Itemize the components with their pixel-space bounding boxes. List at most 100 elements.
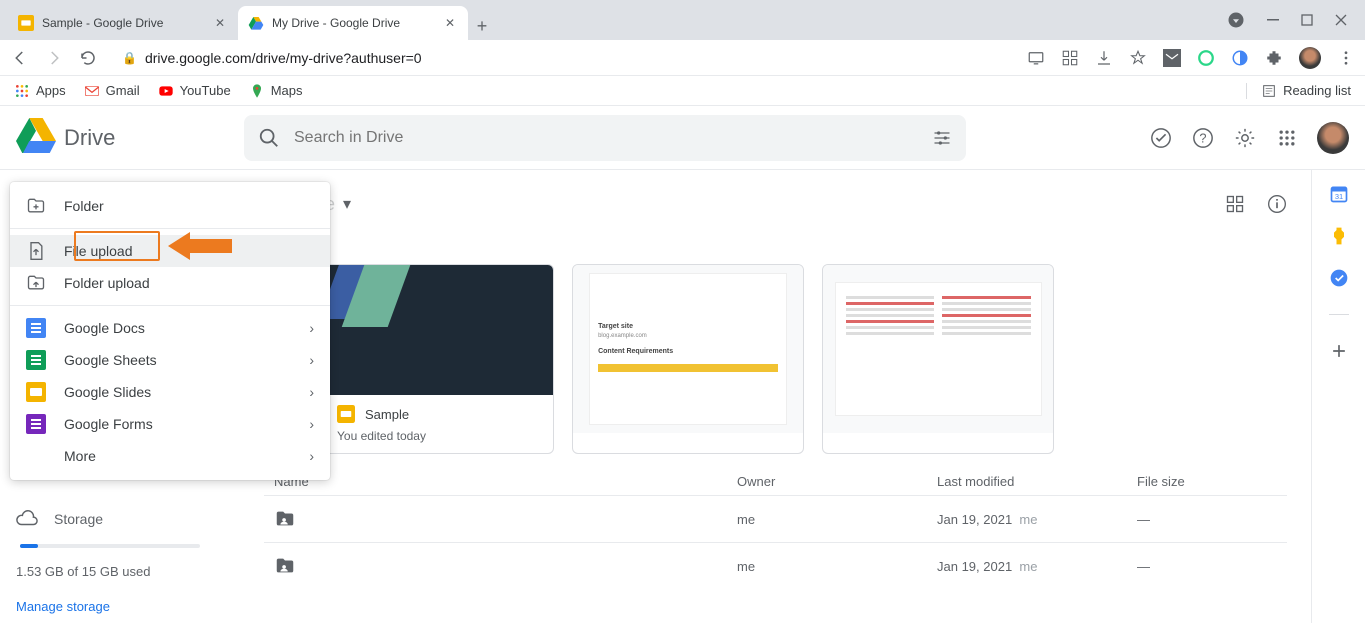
menu-label: Folder upload	[64, 275, 150, 291]
manage-storage-link[interactable]: Manage storage	[16, 599, 232, 614]
ext-gmail-icon[interactable]	[1163, 49, 1181, 67]
storage-used-text: 1.53 GB of 15 GB used	[16, 564, 232, 579]
browser-tab-mydrive[interactable]: My Drive - Google Drive ✕	[238, 6, 468, 40]
card-doc-columns[interactable]	[822, 264, 1054, 454]
menu-item-folder-upload[interactable]: Folder upload	[10, 267, 330, 299]
col-size-header[interactable]: File size	[1137, 474, 1277, 489]
back-icon[interactable]	[10, 48, 30, 68]
info-icon[interactable]	[1267, 194, 1287, 214]
chrome-account-icon[interactable]	[1227, 11, 1245, 29]
grid-icon[interactable]	[1061, 49, 1079, 67]
minimize-icon[interactable]	[1267, 14, 1279, 26]
menu-item-slides[interactable]: Google Slides ›	[10, 376, 330, 408]
bookmark-maps[interactable]: Maps	[249, 83, 303, 99]
apps-grid-icon[interactable]	[1275, 126, 1299, 150]
tasks-icon[interactable]	[1329, 268, 1349, 288]
browser-tab-sample[interactable]: Sample - Google Drive ✕	[8, 6, 238, 40]
kebab-icon[interactable]	[1337, 49, 1355, 67]
menu-label: More	[64, 448, 96, 464]
drive-logo-icon	[16, 118, 56, 158]
ext-grammar-icon[interactable]	[1197, 49, 1215, 67]
youtube-icon	[158, 83, 174, 99]
menu-item-sheets[interactable]: Google Sheets ›	[10, 344, 330, 376]
col-modified-header[interactable]: Last modified	[937, 474, 1137, 489]
add-addon-icon[interactable]	[1329, 341, 1349, 361]
ext-contrast-icon[interactable]	[1231, 49, 1249, 67]
bookmark-apps[interactable]: Apps	[14, 83, 66, 99]
bookmark-label: YouTube	[180, 83, 231, 98]
drive-logo[interactable]: Drive	[16, 118, 236, 158]
slides-icon	[26, 382, 46, 402]
reading-list-icon	[1261, 83, 1277, 99]
close-window-icon[interactable]	[1335, 14, 1347, 26]
menu-label: File upload	[64, 243, 133, 259]
chevron-down-icon[interactable]: ▾	[343, 194, 351, 214]
reload-icon[interactable]	[78, 48, 98, 68]
svg-text:?: ?	[1199, 130, 1206, 145]
bookmark-label: Apps	[36, 83, 66, 98]
browser-tabstrip: Sample - Google Drive ✕ My Drive - Googl…	[0, 0, 1365, 40]
bookmarks-bar: Apps Gmail YouTube Maps Reading list	[0, 76, 1365, 106]
account-avatar[interactable]	[1317, 122, 1349, 154]
cell-size: —	[1137, 512, 1277, 527]
suggested-cards: Animations add effects to go with the sl…	[264, 264, 1287, 454]
star-icon[interactable]	[1129, 49, 1147, 67]
maximize-icon[interactable]	[1301, 14, 1313, 26]
ready-offline-icon[interactable]	[1149, 126, 1173, 150]
reading-list[interactable]: Reading list	[1246, 83, 1351, 99]
new-folder-icon	[26, 196, 46, 216]
menu-item-docs[interactable]: Google Docs ›	[10, 312, 330, 344]
browser-toolbar: 🔒 drive.google.com/drive/my-drive?authus…	[0, 40, 1365, 76]
extensions-icon[interactable]	[1265, 49, 1283, 67]
tab-title: Sample - Google Drive	[42, 16, 204, 30]
menu-label: Google Docs	[64, 320, 145, 336]
menu-item-more[interactable]: More ›	[10, 440, 330, 472]
sidebar-item-storage[interactable]: Storage	[16, 508, 232, 534]
storage-bar	[20, 544, 200, 548]
card-sample[interactable]: Sample You edited today	[322, 264, 554, 454]
search-tune-icon[interactable]	[932, 128, 952, 148]
search-input[interactable]	[294, 129, 918, 147]
grid-view-icon[interactable]	[1225, 194, 1245, 214]
card-doc-target[interactable]: Target site blog.example.com Content Req…	[572, 264, 804, 454]
address-bar[interactable]: 🔒 drive.google.com/drive/my-drive?authus…	[112, 44, 1013, 72]
toolbar-icons	[1027, 47, 1355, 69]
bookmark-label: Maps	[271, 83, 303, 98]
new-tab-button[interactable]: +	[468, 12, 496, 40]
menu-item-forms[interactable]: Google Forms ›	[10, 408, 330, 440]
cell-modified: Jan 19, 2021 me	[937, 512, 1137, 527]
cell-owner: me	[737, 559, 937, 574]
search-icon	[258, 127, 280, 149]
help-icon[interactable]: ?	[1191, 126, 1215, 150]
desktop-icon[interactable]	[1027, 49, 1045, 67]
new-menu: Folder File upload Folder upload Google …	[10, 182, 330, 480]
chevron-right-icon: ›	[309, 352, 314, 368]
col-name-header[interactable]: Name	[274, 474, 737, 489]
list-header: Name Owner Last modified File size	[264, 454, 1287, 495]
path-row: My Drive ▾	[264, 184, 1287, 224]
keep-icon[interactable]	[1329, 226, 1349, 246]
bookmark-label: Gmail	[106, 83, 140, 98]
maps-icon	[249, 83, 265, 99]
chrome-profile-avatar[interactable]	[1299, 47, 1321, 69]
calendar-icon[interactable]: 31	[1329, 184, 1349, 204]
list-row[interactable]: me Jan 19, 2021 me —	[264, 542, 1287, 589]
download-icon[interactable]	[1095, 49, 1113, 67]
menu-label: Folder	[64, 198, 104, 214]
col-owner-header[interactable]: Owner	[737, 474, 937, 489]
gmail-icon	[84, 83, 100, 99]
menu-label: Google Slides	[64, 384, 151, 400]
search-box[interactable]	[244, 115, 966, 161]
menu-item-file-upload[interactable]: File upload	[10, 235, 330, 267]
close-icon[interactable]: ✕	[442, 16, 458, 30]
bookmark-youtube[interactable]: YouTube	[158, 83, 231, 99]
list-row[interactable]: me Jan 19, 2021 me —	[264, 495, 1287, 542]
menu-item-folder[interactable]: Folder	[10, 190, 330, 222]
forward-icon[interactable]	[44, 48, 64, 68]
card-subtitle: You edited today	[337, 429, 539, 443]
file-upload-icon	[26, 241, 46, 261]
bookmark-gmail[interactable]: Gmail	[84, 83, 140, 99]
settings-gear-icon[interactable]	[1233, 126, 1257, 150]
close-icon[interactable]: ✕	[212, 16, 228, 30]
tab-title: My Drive - Google Drive	[272, 16, 434, 30]
